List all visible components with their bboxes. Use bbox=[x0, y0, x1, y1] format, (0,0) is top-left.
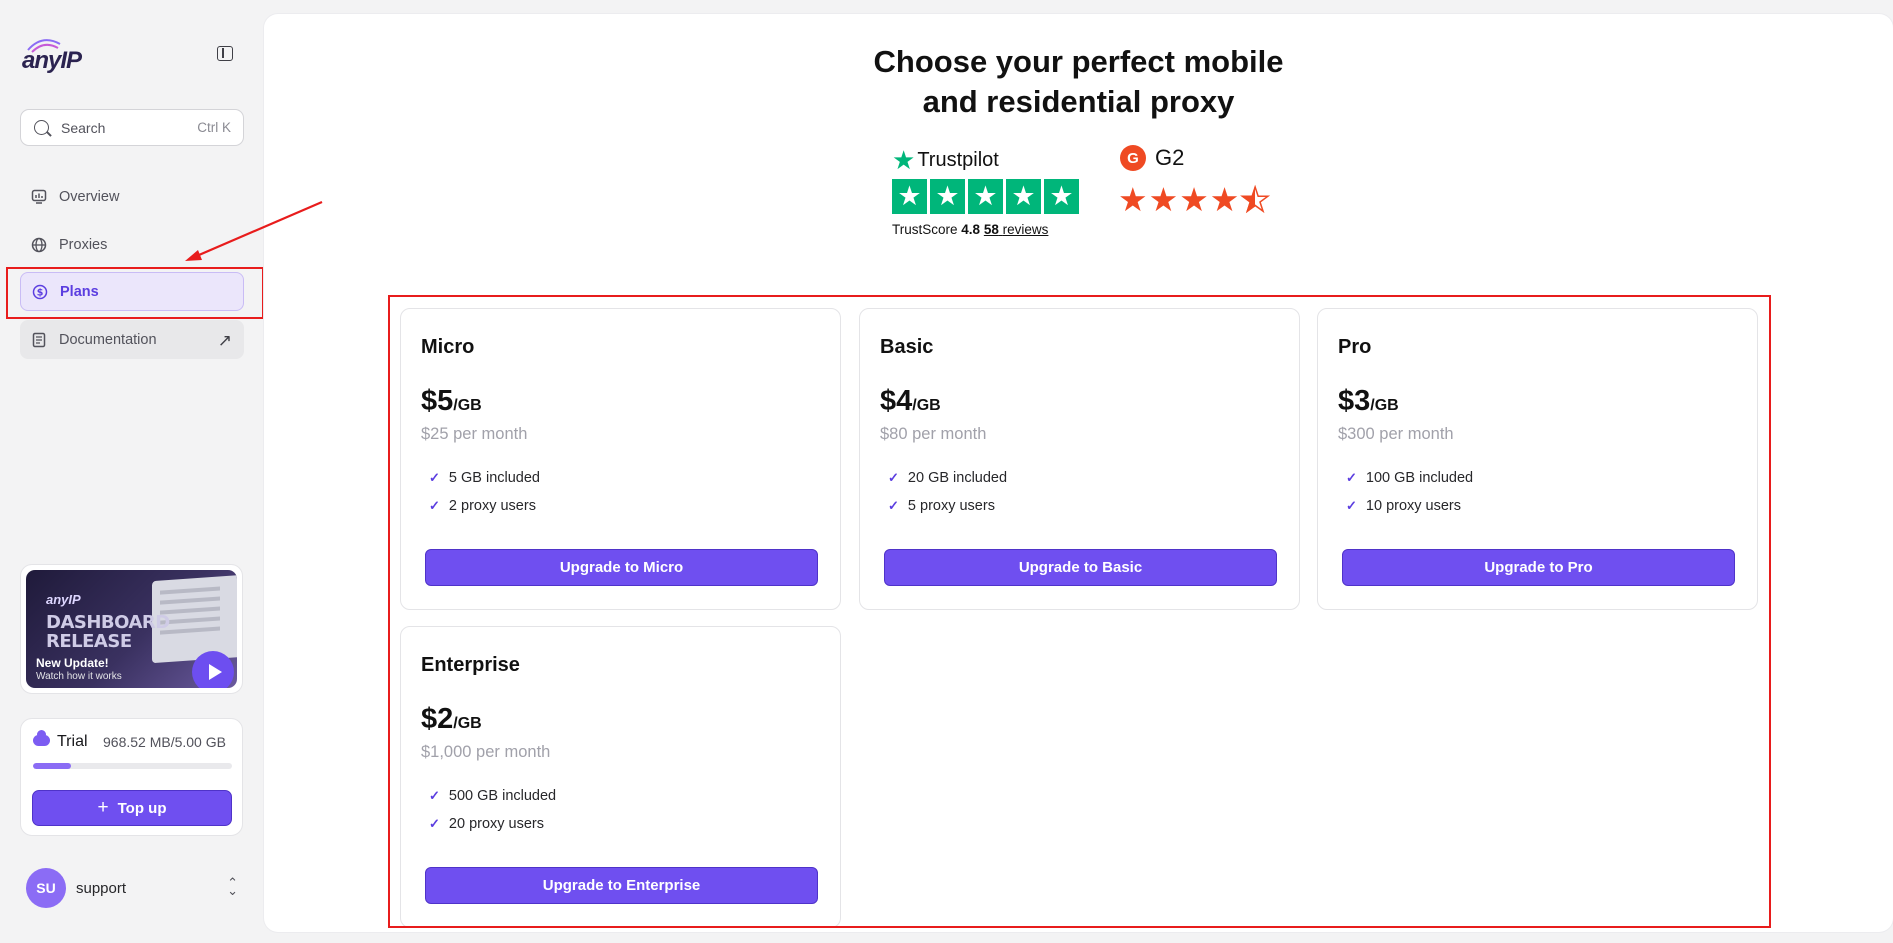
star-icon: ★ bbox=[1118, 181, 1148, 218]
g2-header: G G2 bbox=[1120, 145, 1280, 171]
cloud-icon bbox=[33, 730, 50, 746]
trustpilot-stars: ★ ★ ★ ★ ★ bbox=[892, 179, 1079, 214]
document-icon bbox=[30, 331, 48, 349]
play-icon[interactable] bbox=[192, 651, 234, 688]
video-title-line: DASHBOARD bbox=[46, 612, 170, 633]
plus-icon: + bbox=[97, 797, 109, 818]
annotation-highlight-plans-nav bbox=[6, 267, 264, 319]
page-title: Choose your perfect mobile and residenti… bbox=[264, 42, 1893, 122]
sidebar: anyIP Search Ctrl K Overview Proxies $ P… bbox=[0, 0, 262, 943]
g2-name: G2 bbox=[1155, 145, 1185, 170]
sidebar-item-label: Overview bbox=[59, 188, 120, 205]
search-icon bbox=[34, 120, 49, 135]
globe-icon bbox=[30, 236, 48, 254]
search-input[interactable]: Search Ctrl K bbox=[20, 109, 244, 146]
reviews-link[interactable]: 58 reviews bbox=[984, 222, 1049, 237]
logo-text: anyIP bbox=[22, 47, 82, 74]
video-subline: Watch how it works bbox=[36, 671, 122, 682]
external-link-icon: ↗ bbox=[217, 331, 232, 350]
trustpilot-header: ★ Trustpilot bbox=[892, 145, 1082, 176]
star-icon: ★ bbox=[1044, 179, 1079, 214]
sidebar-item-label: Proxies bbox=[59, 236, 108, 253]
half-star-icon: ★ bbox=[1240, 182, 1271, 218]
trial-progress-fill bbox=[33, 763, 71, 769]
star-icon: ★ bbox=[892, 179, 927, 214]
video-thumbnail: anyIP DASHBOARD RELEASE New Update! Watc… bbox=[26, 570, 237, 688]
avatar: SU bbox=[26, 868, 66, 908]
reviews-count: 58 bbox=[983, 222, 999, 237]
search-shortcut: Ctrl K bbox=[197, 120, 231, 135]
trustpilot-rating: ★ Trustpilot ★ ★ ★ ★ ★ TrustScore 4.8 58… bbox=[892, 145, 1082, 245]
sidebar-toggle-icon[interactable] bbox=[217, 46, 233, 61]
star-icon: ★ bbox=[1148, 181, 1179, 218]
star-icon: ★ bbox=[1179, 181, 1209, 218]
star-icon: ★ bbox=[1209, 181, 1240, 218]
chart-icon bbox=[30, 188, 48, 206]
trustpilot-score: TrustScore 4.8 58 reviews bbox=[892, 222, 1048, 237]
trustpilot-name: Trustpilot bbox=[917, 149, 999, 171]
search-placeholder: Search bbox=[61, 120, 106, 136]
star-icon: ★ bbox=[930, 179, 965, 214]
page-title-line: and residential proxy bbox=[922, 84, 1235, 119]
trial-title: Trial bbox=[57, 733, 88, 750]
star-icon: ★ bbox=[1006, 179, 1041, 214]
trustscore-value: 4.8 bbox=[961, 222, 981, 237]
video-update-card[interactable]: anyIP DASHBOARD RELEASE New Update! Watc… bbox=[20, 564, 243, 694]
video-title-line: RELEASE bbox=[46, 631, 132, 652]
reviews-label: reviews bbox=[1002, 222, 1049, 237]
trial-progress-bar bbox=[33, 763, 232, 769]
star-icon: ★ bbox=[968, 179, 1003, 214]
sidebar-item-label: Documentation bbox=[59, 331, 157, 348]
trustscore-label: TrustScore bbox=[892, 222, 958, 237]
user-menu[interactable]: SU support ⌃ ⌄ bbox=[26, 868, 238, 908]
video-title: DASHBOARD RELEASE bbox=[46, 613, 170, 651]
g2-rating: G G2 ★ ★ ★ ★ ★ bbox=[1118, 145, 1280, 225]
annotation-highlight-plans-area bbox=[388, 295, 1771, 928]
anyip-logo[interactable]: anyIP bbox=[22, 34, 82, 74]
g2-stars: ★ ★ ★ ★ ★ bbox=[1118, 181, 1271, 218]
top-up-label: Top up bbox=[117, 799, 167, 817]
top-up-button[interactable]: + Top up bbox=[32, 790, 232, 826]
page-title-line: Choose your perfect mobile bbox=[873, 44, 1284, 79]
trial-usage: 968.52 MB/5.00 GB bbox=[103, 734, 226, 750]
user-name: support bbox=[76, 879, 127, 897]
chevron-up-down-icon: ⌃ ⌄ bbox=[227, 875, 238, 898]
annotation-arrow-icon bbox=[185, 200, 323, 261]
video-headline: New Update! bbox=[36, 656, 109, 670]
sidebar-item-documentation[interactable]: Documentation ↗ bbox=[20, 320, 244, 359]
trial-card: Trial 968.52 MB/5.00 GB + Top up bbox=[20, 718, 243, 836]
video-brand: anyIP bbox=[46, 592, 81, 607]
g2-logo-icon: G bbox=[1120, 145, 1146, 171]
trustpilot-star-icon: ★ bbox=[892, 145, 916, 175]
